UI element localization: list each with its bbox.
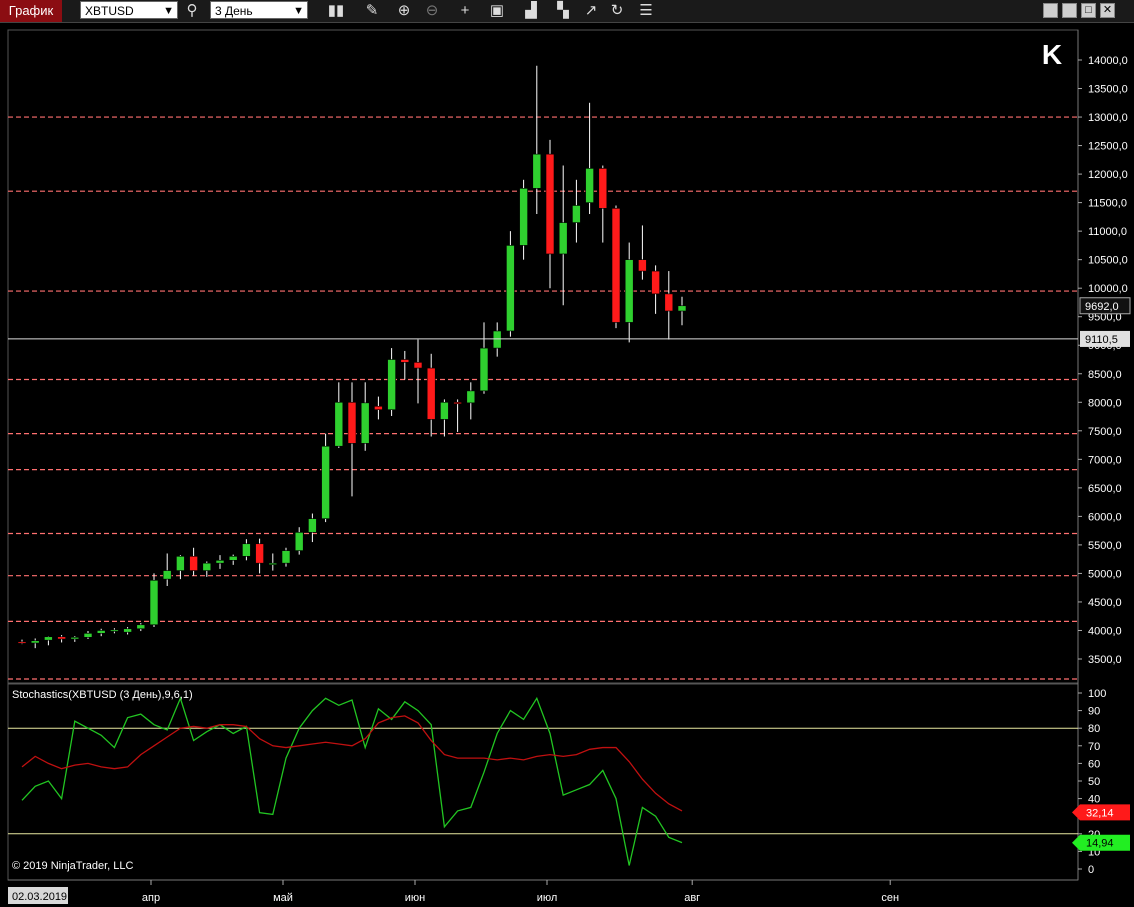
candle-body (30, 640, 40, 644)
candle-body (360, 402, 370, 444)
candle-body (506, 245, 515, 332)
ninja-logo-text: K (1042, 39, 1062, 70)
candle-body (44, 636, 53, 641)
price-tick-label: 4000,0 (1088, 625, 1122, 637)
stochastic-tick-label: 90 (1088, 706, 1100, 718)
stochastic-tick-label: 60 (1088, 758, 1100, 770)
chart-area[interactable]: 3500,0 4000,0 4500,0 5000,0 5500,0 6000,0 6500… (0, 0, 1134, 907)
date-axis: 02.03.2019 апр май июн июл авг сен (8, 880, 899, 904)
candle-body (321, 445, 330, 519)
candle-body (413, 362, 423, 369)
date-tick-label: сен (881, 892, 899, 904)
price-tick-label: 7500,0 (1088, 426, 1122, 438)
price-tick-label: 8500,0 (1088, 369, 1122, 381)
candle-body (242, 543, 251, 557)
candle-body (149, 579, 159, 626)
copyright-text: © 2019 NinjaTrader, LLC (12, 860, 133, 872)
price-tick-label: 12500,0 (1088, 141, 1128, 153)
price-tick-label: 7000,0 (1088, 454, 1122, 466)
candle-body (651, 270, 660, 295)
candle-body (281, 550, 291, 564)
date-tick-label: май (273, 892, 293, 904)
start-date-label: 02.03.2019 (12, 891, 67, 903)
candle-body (545, 153, 555, 255)
candle-body (572, 205, 581, 223)
candle-body (479, 347, 489, 392)
price-tick-label: 13000,0 (1088, 112, 1128, 124)
price-tick-label: 11500,0 (1088, 198, 1127, 210)
candle-body (57, 636, 66, 640)
last-price-label: 9692,0 (1085, 301, 1119, 313)
candle-body (308, 518, 317, 533)
stochastic-tick-label: 0 (1088, 864, 1094, 876)
price-tick-label: 5500,0 (1088, 540, 1122, 552)
candle-body (202, 562, 212, 571)
candle-body (677, 305, 687, 312)
candle-body (110, 629, 119, 632)
candle-body (347, 401, 357, 444)
price-tick-label: 14000,0 (1088, 55, 1128, 67)
price-tick-label: 6500,0 (1088, 483, 1122, 495)
price-tick-label: 10000,0 (1088, 283, 1128, 295)
candle-body (123, 628, 132, 633)
candle-body (492, 330, 502, 349)
candle-body (598, 168, 608, 209)
crosshair-price-label: 9110,5 (1085, 334, 1118, 346)
candle-body (440, 401, 449, 420)
candle-body (519, 188, 528, 246)
candle-body (426, 367, 436, 420)
candle-body (466, 390, 476, 404)
price-tick-label: 4500,0 (1088, 597, 1122, 609)
date-tick-label: авг (684, 892, 700, 904)
candle-body (558, 222, 568, 255)
candle-body (268, 562, 278, 565)
candle-body (294, 532, 304, 551)
candle-body (532, 153, 542, 189)
price-tick-label: 13500,0 (1088, 84, 1128, 96)
candle-body (17, 641, 27, 644)
stochastic-tick-label: 50 (1088, 776, 1100, 788)
candle-body (638, 259, 647, 272)
stochastic-k-last-label: 14,94 (1086, 838, 1114, 850)
candle-body (189, 556, 198, 571)
stochastic-tick-label: 40 (1088, 794, 1100, 806)
candle-body (585, 168, 594, 203)
price-tick-label: 6000,0 (1088, 511, 1122, 523)
stochastic-tick-label: 100 (1088, 688, 1106, 700)
candle-body (96, 630, 106, 634)
price-panel-frame (7, 29, 1079, 684)
price-axis: 3500,0 4000,0 4500,0 5000,0 5500,0 6000,0 6500… (1078, 55, 1128, 666)
candle-body (215, 560, 225, 564)
price-tick-label: 12000,0 (1088, 169, 1128, 181)
price-tick-label: 8000,0 (1088, 397, 1122, 409)
candle-body (374, 405, 383, 411)
candle-body (136, 624, 146, 630)
indicator-label: Stochastics(XBTUSD (3 День),9,6,1) (12, 689, 193, 701)
ninjatrader-logo-icon: K (1042, 39, 1062, 70)
candle-body (162, 570, 172, 580)
price-tick-label: 10500,0 (1088, 255, 1128, 267)
candle-body (83, 633, 93, 638)
stochastic-d-last-label: 32,14 (1086, 807, 1114, 819)
candle-body (453, 401, 462, 405)
stochastic-tick-label: 70 (1088, 741, 1100, 753)
price-tick-label: 5000,0 (1088, 568, 1122, 580)
candle-body (334, 401, 344, 447)
candle-body (624, 259, 634, 323)
stochastic-tick-label: 80 (1088, 723, 1100, 735)
candle-body (70, 637, 80, 640)
date-tick-label: июн (405, 892, 425, 904)
candle-body (255, 543, 264, 564)
price-tick-label: 3500,0 (1088, 654, 1122, 666)
price-tick-label: 11000,0 (1088, 226, 1127, 238)
date-tick-label: апр (142, 892, 160, 904)
date-tick-label: июл (537, 892, 558, 904)
candle-body (664, 293, 674, 312)
candle-body (611, 208, 621, 323)
candle-body (400, 359, 410, 363)
candle-body (176, 556, 185, 571)
candle-body (228, 556, 238, 561)
candle-body (387, 359, 396, 411)
